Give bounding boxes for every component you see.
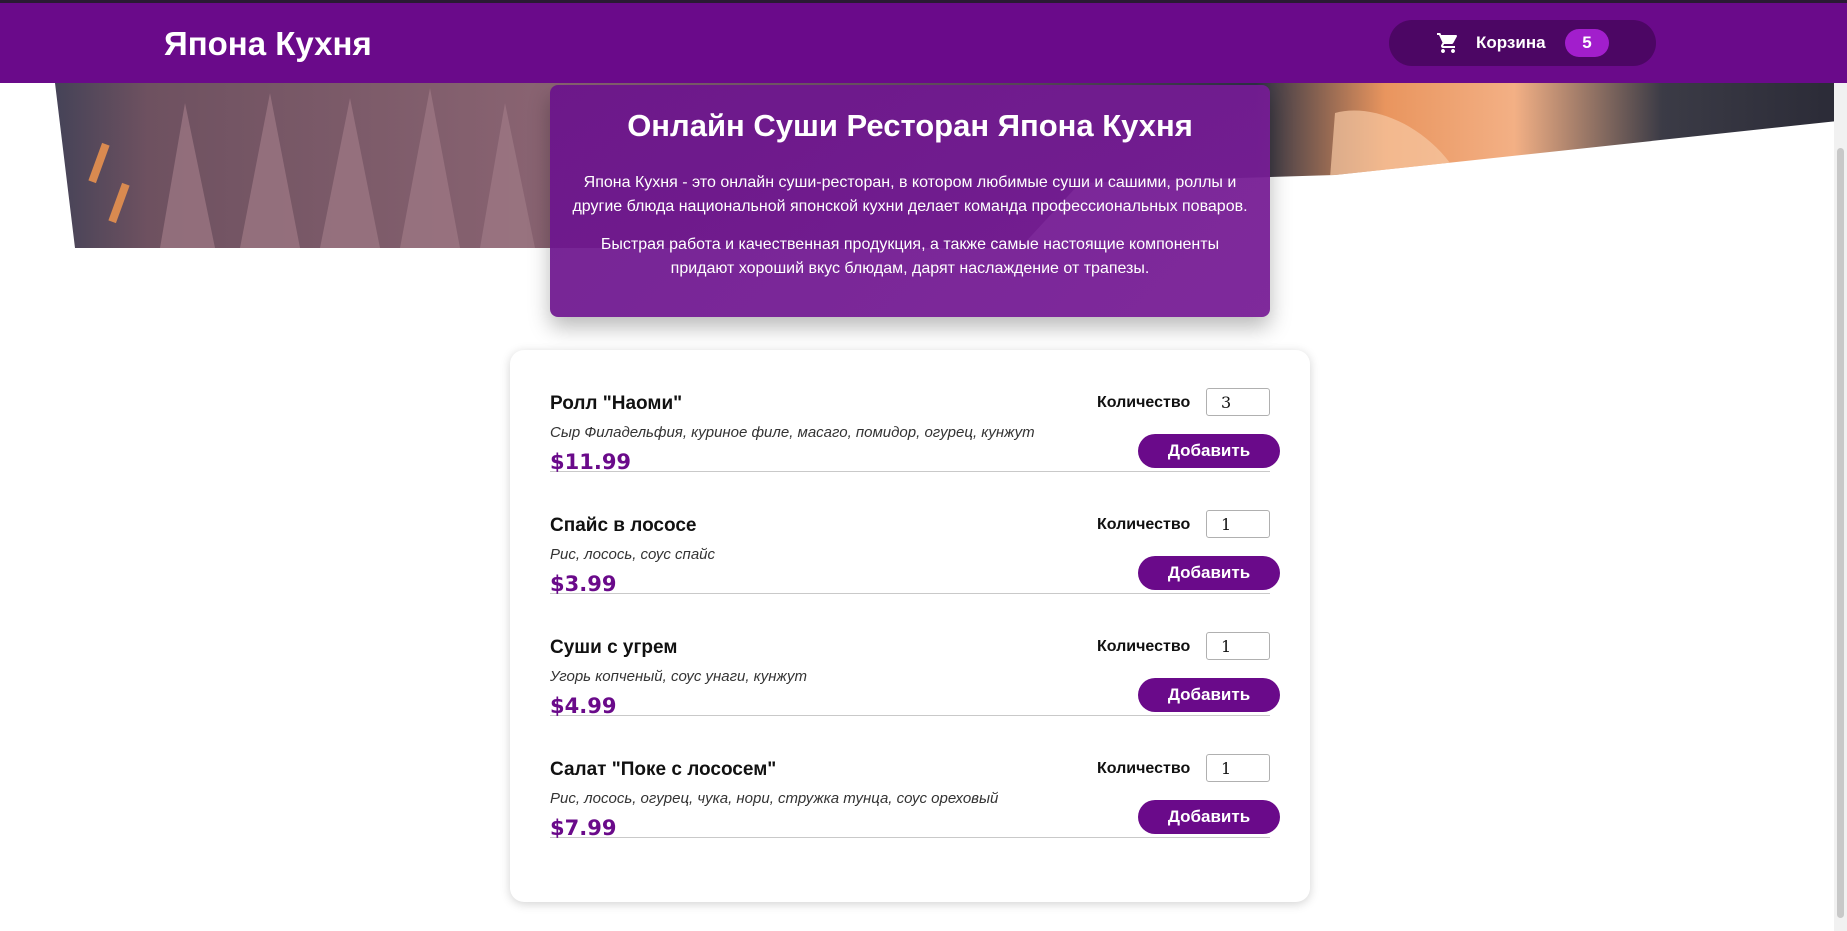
item-price: $4.99 [550, 694, 617, 718]
brand-logo[interactable]: Япона Кухня [164, 25, 372, 63]
menu-list: Ролл "Наоми" Сыр Филадельфия, куриное фи… [510, 350, 1310, 902]
menu-item: Салат "Поке с лососем" Рис, лосось, огур… [550, 716, 1280, 840]
add-button[interactable]: Добавить [1138, 678, 1280, 712]
quantity-label: Количество [1097, 760, 1191, 777]
item-name: Ролл "Наоми" [550, 393, 683, 414]
top-border [0, 0, 1847, 3]
intro-title: Онлайн Суши Ресторан Япона Кухня [627, 108, 1193, 143]
quantity-label: Количество [1097, 394, 1191, 411]
quantity-input[interactable] [1206, 632, 1270, 660]
cart-count-badge: 5 [1565, 29, 1609, 57]
intro-card: Онлайн Суши Ресторан Япона Кухня Япона К… [550, 85, 1270, 317]
page-scrollbar[interactable] [1834, 83, 1847, 931]
quantity-label: Количество [1097, 638, 1191, 655]
shopping-cart-icon [1437, 33, 1458, 53]
site-header: Япона Кухня Корзина 5 [0, 3, 1847, 83]
item-description: Сыр Филадельфия, куриное филе, масаго, п… [550, 424, 1035, 441]
add-button[interactable]: Добавить [1138, 556, 1280, 590]
item-name: Салат "Поке с лососем" [550, 759, 777, 780]
cart-button[interactable]: Корзина 5 [1389, 20, 1656, 66]
item-price: $3.99 [550, 572, 617, 596]
item-description: Рис, лосось, соус спайс [550, 546, 715, 563]
menu-item: Ролл "Наоми" Сыр Филадельфия, куриное фи… [550, 350, 1280, 474]
scrollbar-thumb[interactable] [1837, 148, 1844, 918]
quantity-input[interactable] [1206, 388, 1270, 416]
intro-paragraph-1: Япона Кухня - это онлайн суши-ресторан, … [572, 174, 1248, 215]
menu-item: Спайс в лососе Рис, лосось, соус спайс $… [550, 472, 1280, 596]
intro-paragraph-2: Быстрая работа и качественная продукция,… [600, 236, 1220, 277]
quantity-input[interactable] [1206, 510, 1270, 538]
item-price: $11.99 [550, 450, 632, 474]
item-description: Рис, лосось, огурец, чука, нори, стружка… [550, 790, 999, 807]
quantity-label: Количество [1097, 516, 1191, 533]
item-name: Суши с угрем [550, 637, 678, 658]
quantity-input[interactable] [1206, 754, 1270, 782]
item-price: $7.99 [550, 816, 617, 840]
cart-label: Корзина [1476, 33, 1546, 52]
menu-item: Суши с угрем Угорь копченый, соус унаги,… [550, 594, 1280, 718]
add-button[interactable]: Добавить [1138, 800, 1280, 834]
item-name: Спайс в лососе [550, 515, 697, 536]
add-button[interactable]: Добавить [1138, 434, 1280, 468]
item-description: Угорь копченый, соус унаги, кунжут [550, 668, 807, 685]
